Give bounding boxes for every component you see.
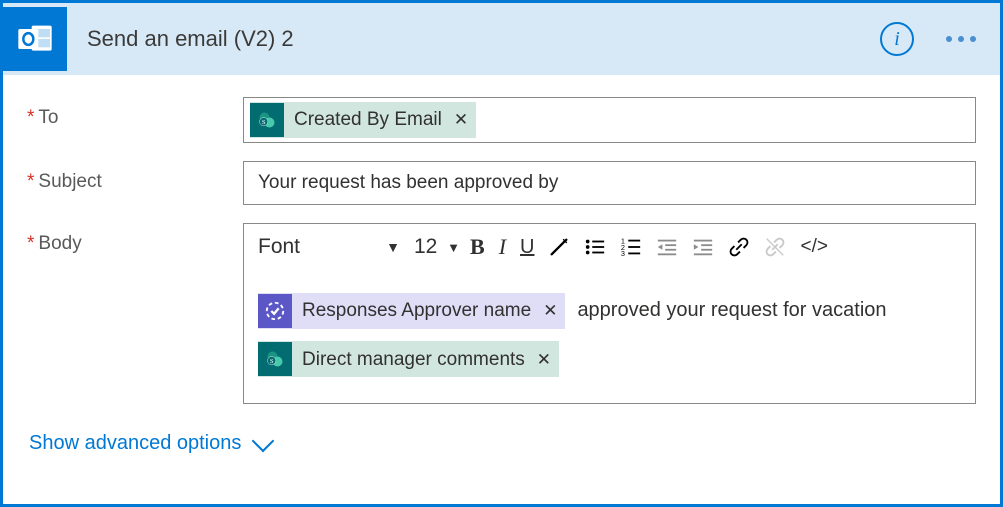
- info-button[interactable]: i: [880, 22, 914, 56]
- token-remove-icon[interactable]: ✕: [454, 110, 468, 130]
- font-family-select[interactable]: Font▼: [250, 230, 406, 264]
- token-created-by-email: S Created By Email ✕: [250, 102, 476, 138]
- numbered-list-button[interactable]: 123: [614, 230, 648, 264]
- chevron-down-icon: [252, 429, 275, 452]
- field-row-subject: *Subject Your request has been approved …: [27, 161, 976, 205]
- underline-button[interactable]: U: [514, 230, 540, 264]
- body-editor: Font▼ 12▼ B I U 123: [243, 223, 976, 404]
- action-card: Send an email (V2) 2 i *To S Created By …: [0, 0, 1003, 507]
- body-text: approved your request for vacation: [577, 288, 886, 333]
- code-view-button[interactable]: </>: [794, 230, 833, 264]
- svg-text:3: 3: [621, 249, 625, 258]
- form-body: *To S Created By Email ✕ *Subject Your r…: [3, 75, 1000, 473]
- svg-text:S: S: [270, 358, 274, 365]
- outlook-icon: [3, 7, 67, 71]
- to-input[interactable]: S Created By Email ✕: [243, 97, 976, 143]
- body-content-area[interactable]: Responses Approver name ✕ approved your …: [248, 270, 971, 391]
- sharepoint-icon: S: [258, 342, 292, 376]
- token-remove-icon[interactable]: ✕: [537, 337, 551, 382]
- label-subject: *Subject: [27, 161, 243, 193]
- action-title: Send an email (V2) 2: [67, 26, 880, 52]
- bold-button[interactable]: B: [464, 230, 491, 264]
- approvals-icon: [258, 294, 292, 328]
- token-approver-name: Responses Approver name ✕: [258, 293, 565, 329]
- outdent-button: [650, 230, 684, 264]
- field-row-body: *Body Font▼ 12▼ B I U: [27, 223, 976, 404]
- link-button[interactable]: [722, 230, 756, 264]
- token-manager-comments: S Direct manager comments ✕: [258, 341, 559, 377]
- rich-text-toolbar: Font▼ 12▼ B I U 123: [248, 228, 971, 270]
- subject-input[interactable]: Your request has been approved by: [243, 161, 976, 205]
- card-header: Send an email (V2) 2 i: [3, 3, 1000, 75]
- italic-button[interactable]: I: [493, 230, 512, 264]
- svg-text:S: S: [262, 119, 266, 126]
- sharepoint-icon: S: [250, 103, 284, 137]
- token-label: Direct manager comments: [302, 337, 525, 382]
- more-menu-button[interactable]: [936, 26, 986, 52]
- token-remove-icon[interactable]: ✕: [543, 288, 557, 333]
- label-body: *Body: [27, 223, 243, 255]
- indent-button: [686, 230, 720, 264]
- bullet-list-button[interactable]: [578, 230, 612, 264]
- token-label: Responses Approver name: [302, 288, 531, 333]
- token-label: Created By Email: [294, 109, 442, 131]
- show-advanced-options-link[interactable]: Show advanced options: [27, 432, 271, 455]
- label-to: *To: [27, 97, 243, 129]
- font-color-button[interactable]: [542, 230, 576, 264]
- font-size-select[interactable]: 12▼: [408, 230, 462, 264]
- subject-text: Your request has been approved by: [258, 172, 558, 194]
- unlink-button: [758, 230, 792, 264]
- field-row-to: *To S Created By Email ✕: [27, 97, 976, 143]
